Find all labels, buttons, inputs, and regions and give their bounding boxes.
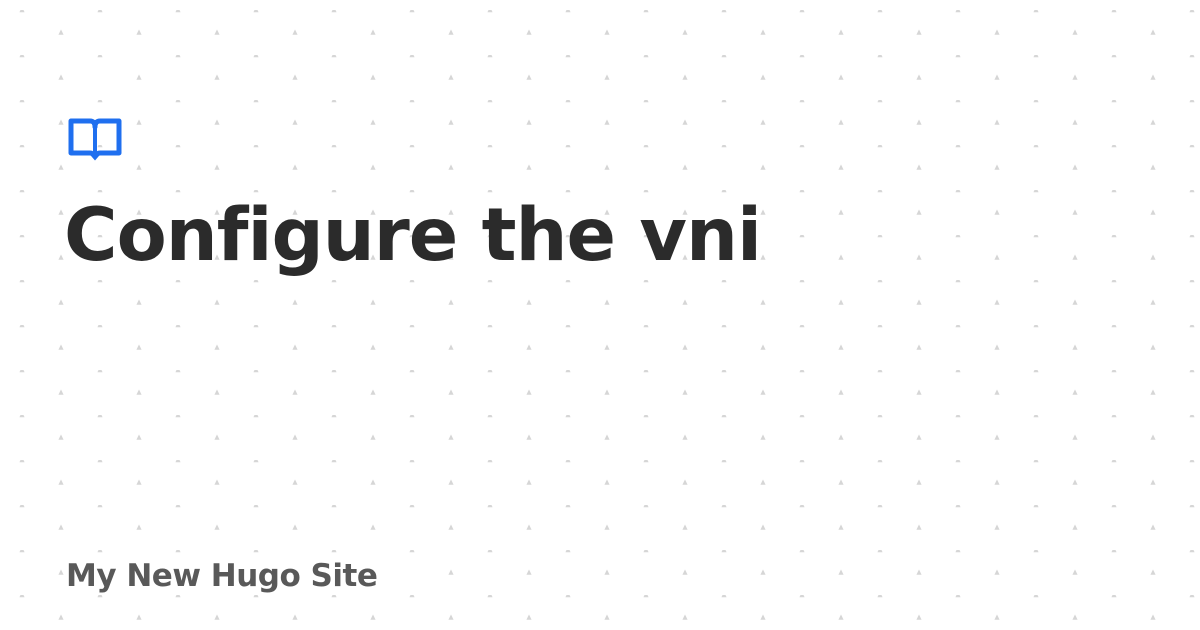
dotted-background-pattern (0, 0, 1200, 630)
social-preview-card: Configure the vni My New Hugo Site (0, 0, 1200, 630)
site-name: My New Hugo Site (66, 558, 378, 594)
page-title: Configure the vni (64, 193, 762, 278)
open-book-icon (68, 118, 122, 161)
